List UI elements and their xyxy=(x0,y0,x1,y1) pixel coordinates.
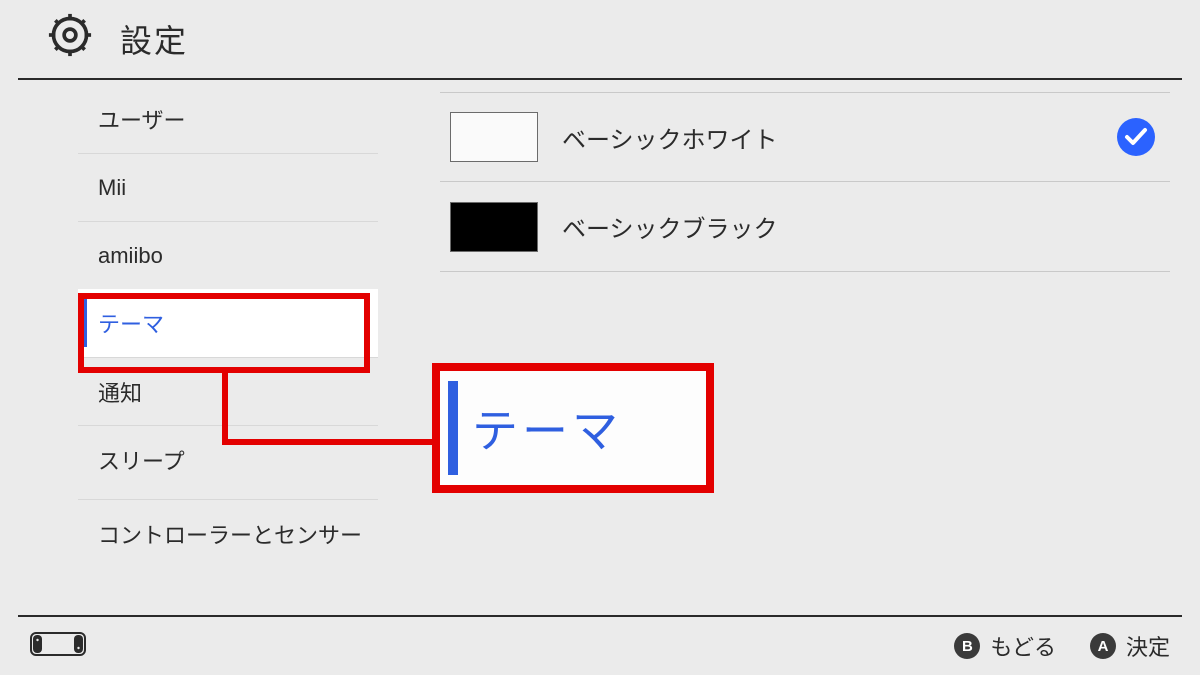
gear-icon xyxy=(48,13,92,65)
footer-hint-ok[interactable]: A 決定 xyxy=(1090,630,1170,662)
sidebar-item-user[interactable]: ユーザー xyxy=(78,85,378,153)
sidebar-item-label: コントローラーとセンサー xyxy=(98,518,362,550)
footer-hint-back[interactable]: B もどる xyxy=(954,630,1056,662)
sidebar-item-theme[interactable]: テーマ xyxy=(78,289,378,357)
sidebar-item-notifications[interactable]: 通知 xyxy=(78,357,378,425)
theme-option-black[interactable]: ベーシックブラック xyxy=(440,182,1170,272)
footer-hint-label: 決定 xyxy=(1126,630,1170,662)
sidebar-item-controllers[interactable]: コントローラーとセンサー xyxy=(78,499,378,567)
theme-option-label: ベーシックブラック xyxy=(562,209,1155,244)
theme-swatch-black xyxy=(450,202,538,252)
sidebar-item-label: スリープ xyxy=(98,444,185,476)
theme-option-label: ベーシックホワイト xyxy=(562,120,1117,155)
a-button-icon: A xyxy=(1090,633,1116,659)
selected-check-icon xyxy=(1117,118,1155,156)
header: 設定 xyxy=(0,0,1200,78)
b-button-icon: B xyxy=(954,633,980,659)
annotation-callout: テーマ xyxy=(432,363,714,493)
sidebar-item-amiibo[interactable]: amiibo xyxy=(78,221,378,289)
theme-options-panel: ベーシックホワイト ベーシックブラック xyxy=(440,92,1170,272)
sidebar-item-sleep[interactable]: スリープ xyxy=(78,425,378,493)
annotation-callout-label: テーマ xyxy=(472,395,622,461)
theme-swatch-white xyxy=(450,112,538,162)
header-divider xyxy=(18,78,1182,80)
theme-option-white[interactable]: ベーシックホワイト xyxy=(440,92,1170,182)
settings-sidebar: ユーザー Mii amiibo テーマ 通知 スリープ コントローラーとセンサー xyxy=(78,85,378,567)
footer: B もどる A 決定 xyxy=(0,617,1200,675)
sidebar-item-label: Mii xyxy=(98,175,126,201)
sidebar-item-label: 通知 xyxy=(98,376,142,408)
sidebar-item-label: テーマ xyxy=(98,307,164,339)
sidebar-item-label: amiibo xyxy=(98,243,163,269)
console-icon xyxy=(30,630,86,663)
page-title: 設定 xyxy=(120,16,188,62)
footer-hint-label: もどる xyxy=(990,630,1056,662)
sidebar-item-mii[interactable]: Mii xyxy=(78,153,378,221)
sidebar-item-label: ユーザー xyxy=(98,103,186,135)
